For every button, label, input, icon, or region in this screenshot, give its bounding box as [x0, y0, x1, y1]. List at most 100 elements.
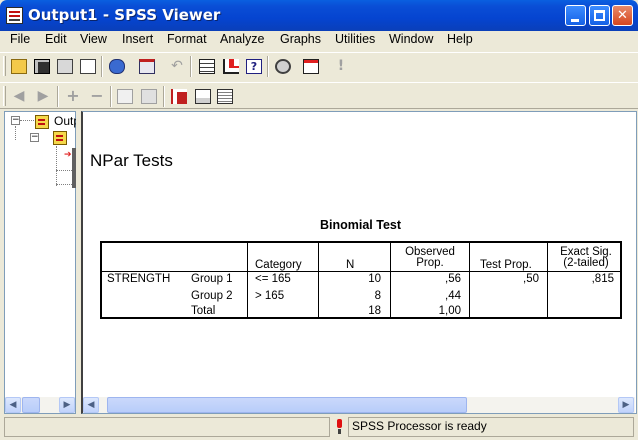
insert-title-button[interactable]	[192, 86, 214, 107]
binomial-test-table[interactable]: Category N Observed Prop. Test Prop. Exa…	[100, 241, 622, 319]
help-button[interactable]: !	[330, 56, 352, 77]
goto-case-button[interactable]	[220, 56, 242, 77]
insert-text-button[interactable]	[214, 86, 236, 107]
undo-button[interactable]: ↶	[166, 56, 188, 77]
minimize-icon	[571, 19, 579, 22]
content-scroll-right-icon[interactable]: ▶	[618, 397, 634, 413]
print-icon	[57, 59, 73, 74]
standard-toolbar: ↶ ? !	[0, 52, 638, 80]
header-exact-sig-2: (2-tailed)	[563, 257, 609, 269]
header-test-prop: Test Prop.	[480, 259, 532, 271]
hide-button[interactable]	[138, 86, 160, 107]
row2-observed: ,44	[445, 290, 461, 302]
npar-book-icon[interactable]	[53, 131, 67, 145]
minimize-button[interactable]	[565, 5, 586, 26]
row2-group: Group 2	[191, 290, 233, 302]
row1-test-prop: ,50	[523, 273, 539, 285]
menu-window[interactable]: Window	[389, 32, 433, 46]
show-icon	[117, 89, 133, 104]
menu-bar: File Edit View Insert Format Analyze Gra…	[0, 31, 638, 49]
menu-analyze[interactable]: Analyze	[220, 32, 264, 46]
save-icon	[34, 59, 50, 74]
row3-observed: 1,00	[438, 305, 461, 317]
save-button[interactable]	[31, 56, 53, 77]
maximize-button[interactable]	[589, 5, 610, 26]
collapse-icon: −	[90, 86, 104, 105]
export-button[interactable]	[106, 56, 128, 77]
content-scroll-left-icon[interactable]: ◀	[83, 397, 99, 413]
outline-toolbar: ◀ ▶ + −	[0, 82, 638, 109]
variables-icon: ?	[246, 59, 262, 74]
forward-icon: ▶	[37, 88, 49, 104]
status-text: SPSS Processor is ready	[352, 419, 487, 433]
header-category: Category	[255, 259, 302, 271]
outline-hscrollbar[interactable]: ◀ ▶	[5, 397, 75, 413]
menu-utilities[interactable]: Utilities	[335, 32, 375, 46]
print-button[interactable]	[54, 56, 76, 77]
recall-dialog-icon	[139, 59, 155, 74]
tree-collapse-root[interactable]: −	[11, 116, 20, 125]
outline-scroll-thumb[interactable]	[22, 397, 40, 413]
row3-group: Total	[191, 305, 216, 317]
pivot-table-title[interactable]: Binomial Test	[100, 218, 621, 232]
outline-scroll-left-icon[interactable]: ◀	[5, 397, 21, 413]
menu-file[interactable]: File	[10, 32, 30, 46]
open-icon	[11, 59, 27, 74]
goto-case-icon	[223, 59, 239, 74]
recall-dialog-button[interactable]	[136, 56, 158, 77]
row1-category: <= 165	[255, 273, 291, 285]
output-book-icon[interactable]	[35, 115, 49, 129]
use-sets-button[interactable]	[272, 56, 294, 77]
row-variable-label: STRENGTH	[107, 273, 171, 285]
export-icon	[109, 59, 125, 74]
designate-window-icon	[303, 59, 319, 74]
row1-sig: ,815	[591, 273, 614, 285]
menu-graphs[interactable]: Graphs	[280, 32, 321, 46]
window-title: Output1 - SPSS Viewer	[28, 6, 221, 24]
variables-button[interactable]: ?	[243, 56, 265, 77]
expand-button[interactable]: +	[62, 86, 84, 107]
outline-scroll-right-icon[interactable]: ▶	[59, 397, 75, 413]
collapse-button[interactable]: −	[86, 86, 108, 107]
back-icon: ◀	[13, 88, 25, 104]
insert-title-icon	[195, 89, 211, 104]
menu-help[interactable]: Help	[447, 32, 473, 46]
designate-window-button[interactable]	[300, 56, 322, 77]
outline-pane[interactable]: − Outp − ➔ ◀ ▶	[4, 111, 80, 414]
row1-group: Group 1	[191, 273, 233, 285]
maximize-icon	[594, 10, 605, 21]
content-hscrollbar[interactable]: ◀ ▶	[83, 397, 635, 413]
print-preview-button[interactable]	[77, 56, 99, 77]
hide-icon	[141, 89, 157, 104]
status-bar: SPSS Processor is ready	[0, 415, 638, 440]
processor-status-icon	[335, 419, 343, 435]
menu-view[interactable]: View	[80, 32, 107, 46]
menu-insert[interactable]: Insert	[122, 32, 153, 46]
output-heading[interactable]: NPar Tests	[90, 151, 173, 171]
row2-category: > 165	[255, 290, 285, 302]
row1-observed: ,56	[445, 273, 461, 285]
row3-n: 18	[368, 305, 381, 317]
insert-text-icon	[217, 89, 233, 104]
insert-heading-icon	[171, 89, 187, 104]
open-button[interactable]	[8, 56, 30, 77]
toolbar-grip[interactable]	[3, 56, 6, 76]
forward-button[interactable]: ▶	[32, 86, 54, 107]
tree-collapse-npar[interactable]: −	[30, 133, 39, 142]
spss-app-icon[interactable]	[6, 7, 23, 24]
insert-heading-button[interactable]	[168, 86, 190, 107]
status-panel-left	[4, 417, 330, 437]
back-button[interactable]: ◀	[8, 86, 30, 107]
title-bar[interactable]: Output1 - SPSS Viewer ✕	[0, 0, 638, 31]
menu-edit[interactable]: Edit	[45, 32, 67, 46]
content-scroll-thumb[interactable]	[107, 397, 467, 413]
row2-n: 8	[374, 290, 381, 302]
goto-data-button[interactable]	[196, 56, 218, 77]
header-n: N	[346, 259, 355, 271]
toolbar-grip-2[interactable]	[3, 86, 6, 106]
show-button[interactable]	[114, 86, 136, 107]
help-icon: !	[337, 58, 345, 74]
header-observed-prop-2: Prop.	[416, 257, 444, 269]
menu-format[interactable]: Format	[167, 32, 207, 46]
close-button[interactable]: ✕	[612, 5, 633, 26]
